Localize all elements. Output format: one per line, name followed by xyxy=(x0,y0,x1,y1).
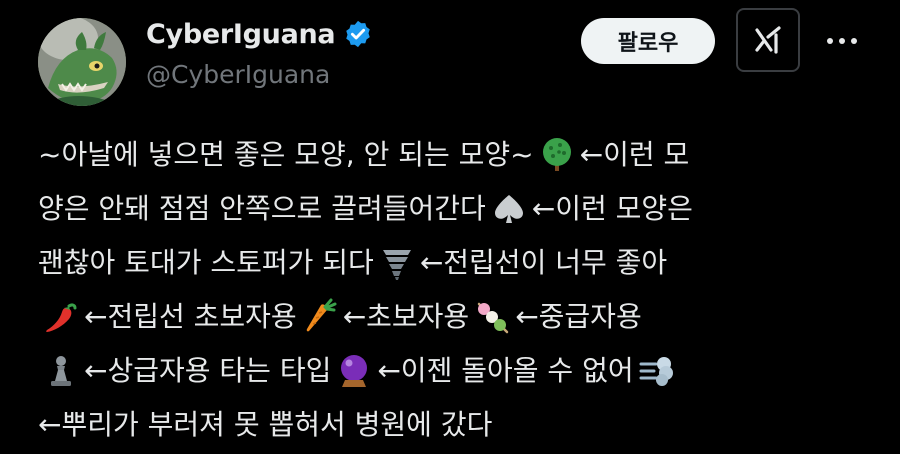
dango-icon xyxy=(473,298,511,336)
tweet-text-segment: ←이런 모 xyxy=(579,138,690,171)
tweet-line-5: ←상급자용 타는 타입 ←이젠 돌아올 수 없어 xyxy=(38,344,858,398)
dash-icon xyxy=(638,352,676,390)
tweet-text-segment: ←초보자용 xyxy=(342,300,470,333)
tweet-text-segment: ~아날에 넣으면 좋은 모양, 안 되는 모양~ xyxy=(38,138,534,171)
tweet-header: CyberIguana @CyberIguana 팔로우 xyxy=(38,8,868,106)
tree-icon xyxy=(538,136,576,174)
display-name-row: CyberIguana xyxy=(146,16,373,52)
chess-pawn-icon xyxy=(42,352,80,390)
user-info: CyberIguana @CyberIguana xyxy=(146,16,373,89)
grok-button[interactable] xyxy=(736,8,800,72)
tweet-text-segment: ←뿌리가 부러져 못 뽑혀서 병원에 갔다 xyxy=(38,408,493,441)
avatar[interactable] xyxy=(38,18,126,106)
tweet-text-segment: 양은 안돼 점점 안쪽으로 끌려들어간다 xyxy=(38,192,486,225)
tweet-line-4: ←전립선 초보자용 ←초보자용 ←중급자용 xyxy=(38,290,858,344)
more-options-button[interactable] xyxy=(822,26,862,56)
tweet-line-3: 괜찮아 토대가 스토퍼가 되다 ←전립선이 너무 좋아 xyxy=(38,236,858,290)
tweet-line-6: ←뿌리가 부러져 못 뽑혀서 병원에 갔다 xyxy=(38,398,858,452)
tweet-text-segment: ←전립선이 너무 좋아 xyxy=(419,246,668,279)
tweet-text-segment: ←이런 모양은 xyxy=(531,192,693,225)
tweet-line-2: 양은 안돼 점점 안쪽으로 끌려들어간다 ←이런 모양은 xyxy=(38,182,858,236)
display-name[interactable]: CyberIguana xyxy=(146,19,336,50)
follow-button[interactable]: 팔로우 xyxy=(581,18,715,64)
more-dots-icon xyxy=(827,38,857,44)
tornado-icon xyxy=(378,244,416,282)
carrot-icon xyxy=(301,298,339,336)
verified-badge-icon[interactable] xyxy=(343,19,373,49)
tweet-text-segment: ←전립선 초보자용 xyxy=(84,300,297,333)
tweet-text-segment: 괜찮아 토대가 스토퍼가 되다 xyxy=(38,246,374,279)
user-handle[interactable]: @CyberIguana xyxy=(146,60,373,89)
chili-pepper-icon xyxy=(42,298,80,336)
iguana-avatar-icon xyxy=(38,18,126,106)
tweet-line-1: ~아날에 넣으면 좋은 모양, 안 되는 모양~ ←이런 모 xyxy=(38,128,858,182)
grok-icon xyxy=(755,26,781,54)
crystal-ball-icon xyxy=(335,352,373,390)
tweet-text-segment: ←중급자용 xyxy=(515,300,642,333)
tweet-text: ~아날에 넣으면 좋은 모양, 안 되는 모양~ ←이런 모 양은 안돼 점점 … xyxy=(38,128,858,452)
tweet-text-segment: ←이젠 돌아올 수 없어 xyxy=(377,354,634,387)
tweet-text-segment: ←상급자용 타는 타입 xyxy=(84,354,332,387)
spade-icon xyxy=(490,190,528,228)
